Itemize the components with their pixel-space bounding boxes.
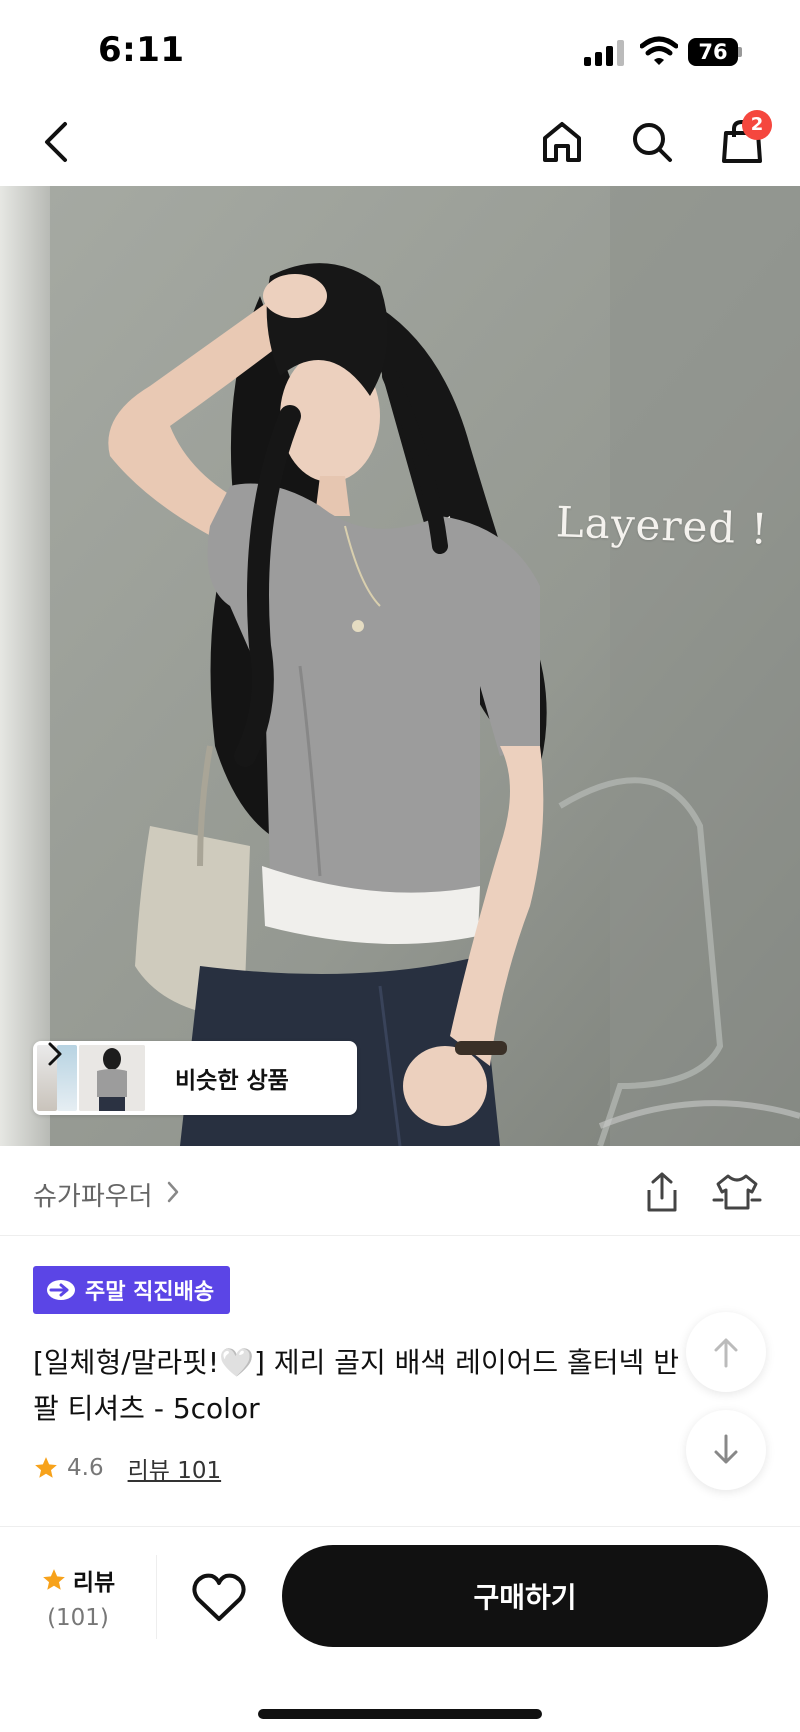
search-button[interactable] <box>624 114 680 170</box>
status-bar: 6:11 76 <box>0 0 800 100</box>
review-summary-count: (101) <box>47 1605 109 1631</box>
share-button[interactable] <box>640 1170 684 1214</box>
product-main-image[interactable]: Layered ! 비슷한 상품 <box>0 186 800 1146</box>
arrow-up-icon <box>714 1338 738 1368</box>
fast-delivery-icon <box>47 1280 75 1300</box>
battery-level: 76 <box>688 38 738 66</box>
fitting-button[interactable] <box>712 1170 762 1214</box>
cart-count-badge: 2 <box>742 110 772 140</box>
search-icon <box>633 123 672 162</box>
home-indicator <box>258 1709 542 1719</box>
rating-row: 4.6 리뷰 101 <box>33 1450 221 1486</box>
image-overlay-text: Layered ! <box>555 497 770 554</box>
star-icon <box>35 1457 57 1478</box>
fitting-icon <box>712 1174 762 1210</box>
status-time: 6:11 <box>98 30 185 70</box>
review-summary-button[interactable]: 리뷰 (101) <box>24 1563 132 1631</box>
rating-value: 4.6 <box>67 1455 104 1481</box>
delivery-badge: 주말 직진배송 <box>33 1266 231 1314</box>
battery-icon: 76 <box>688 38 742 66</box>
product-photo <box>0 186 800 1146</box>
chevron-right-icon <box>167 1181 179 1203</box>
wifi-icon <box>639 36 679 66</box>
back-button[interactable] <box>28 114 84 170</box>
similar-thumbnail <box>79 1045 145 1111</box>
cellular-signal-icon <box>584 40 626 66</box>
star-icon <box>42 1569 65 1590</box>
seller-name-link[interactable]: 슈가파우더 <box>33 1176 153 1213</box>
buy-button[interactable]: 구매하기 <box>282 1545 768 1647</box>
product-title: [일체형/말라핏!🤍] 제리 골지 배색 레이어드 홀터넥 반팔 티셔츠 - 5… <box>33 1346 679 1425</box>
heart-icon <box>192 1573 246 1621</box>
home-button[interactable] <box>534 114 590 170</box>
share-icon <box>647 1172 677 1212</box>
home-icon <box>543 122 581 162</box>
review-summary-label: 리뷰 <box>72 1570 116 1596</box>
seller-row: 슈가파우더 <box>0 1146 800 1236</box>
divider <box>156 1555 157 1639</box>
scroll-top-button[interactable] <box>686 1312 766 1392</box>
cart-button[interactable]: 2 <box>714 110 772 170</box>
scroll-bottom-button[interactable] <box>686 1410 766 1490</box>
bottom-action-bar: 리뷰 (101) 구매하기 <box>0 1526 800 1732</box>
top-nav-bar: 2 <box>0 100 800 186</box>
chevron-right-icon <box>48 1042 62 1066</box>
back-arrow-icon <box>45 122 67 162</box>
wishlist-button[interactable] <box>190 1571 248 1625</box>
delivery-badge-label: 주말 직진배송 <box>85 1280 215 1305</box>
arrow-down-icon <box>714 1434 738 1464</box>
review-count-link[interactable]: 리뷰 101 <box>128 1451 222 1485</box>
similar-products-label: 비슷한 상품 <box>175 1068 289 1094</box>
similar-products-button[interactable]: 비슷한 상품 <box>33 1041 357 1115</box>
